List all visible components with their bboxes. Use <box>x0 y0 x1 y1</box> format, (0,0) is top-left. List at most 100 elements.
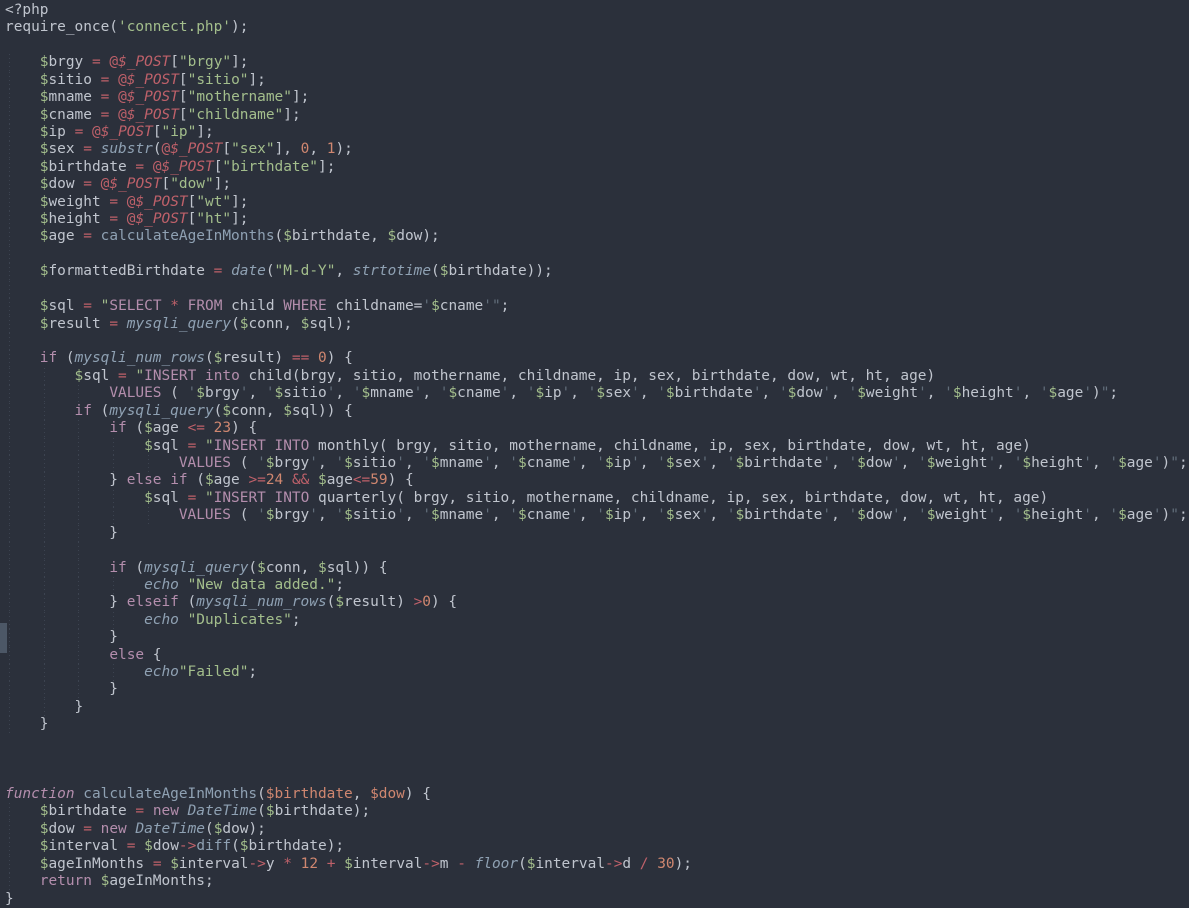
code-token: , <box>640 385 657 401</box>
code-line[interactable] <box>5 281 1189 298</box>
code-editor[interactable]: <?phprequire_once('connect.php'); $brgy … <box>0 0 1189 902</box>
code-token: ' <box>944 385 953 401</box>
code-token: ' <box>422 507 431 523</box>
code-line[interactable]: } <box>5 699 1189 716</box>
code-line[interactable]: $mname = @$_POST["mothername"]; <box>5 89 1189 106</box>
code-line[interactable]: $sex = substr(@$_POST["sex"], 0, 1); <box>5 141 1189 158</box>
code-line[interactable]: } <box>5 629 1189 646</box>
indent-guide <box>9 438 10 455</box>
code-token: $ <box>344 507 353 523</box>
code-token: age <box>1057 385 1083 401</box>
code-token: INSERT <box>214 490 266 506</box>
code-line[interactable]: require_once('connect.php'); <box>5 19 1189 36</box>
code-token: " <box>205 490 214 506</box>
code-line[interactable]: } else if ($age >=24 && $age<=59) { <box>5 472 1189 489</box>
code-line[interactable]: } <box>5 891 1189 908</box>
code-token: formattedBirthdate <box>48 263 204 279</box>
code-line[interactable]: $ip = @$_POST["ip"]; <box>5 124 1189 141</box>
indent-guide <box>9 472 10 489</box>
code-token: ; <box>1109 385 1118 401</box>
code-line[interactable] <box>5 734 1189 751</box>
code-line[interactable]: $birthdate = @$_POST["birthdate"]; <box>5 159 1189 176</box>
code-line[interactable]: $dow = @$_POST["dow"]; <box>5 176 1189 193</box>
code-token: "Failed" <box>179 664 249 680</box>
indent-guide <box>9 246 10 263</box>
code-line[interactable]: } <box>5 716 1189 733</box>
code-token: if <box>40 350 57 366</box>
code-line[interactable]: VALUES ( '$brgy', '$sitio', '$mname', '$… <box>5 455 1189 472</box>
code-token: $ <box>318 560 327 576</box>
code-token: $_POST <box>127 107 179 123</box>
indent-guide <box>9 141 10 158</box>
code-line[interactable]: echo "Duplicates"; <box>5 612 1189 629</box>
code-token: = <box>75 124 84 140</box>
code-token <box>75 821 84 837</box>
code-token: 30 <box>657 856 674 872</box>
indent-guide <box>9 176 10 193</box>
code-token: ) <box>396 594 413 610</box>
code-token <box>92 141 101 157</box>
scrollbar-thumb[interactable] <box>0 623 7 653</box>
code-token: , <box>762 385 779 401</box>
code-line[interactable]: $formattedBirthdate = date("M-d-Y", strt… <box>5 263 1189 280</box>
code-line[interactable] <box>5 751 1189 768</box>
code-token: birthdate <box>249 838 327 854</box>
code-line[interactable] <box>5 333 1189 350</box>
code-line[interactable] <box>5 542 1189 559</box>
code-token: "ip" <box>162 124 197 140</box>
code-line[interactable]: } <box>5 681 1189 698</box>
code-line[interactable]: $ageInMonths = $interval->y * 12 + $inte… <box>5 856 1189 873</box>
code-line[interactable]: VALUES ( '$brgy', '$sitio', '$mname', '$… <box>5 507 1189 524</box>
code-line[interactable]: return $ageInMonths; <box>5 873 1189 890</box>
code-line[interactable]: if (mysqli_query($conn, $sql)) { <box>5 403 1189 420</box>
code-token: { <box>144 647 161 663</box>
code-line[interactable]: $brgy = @$_POST["brgy"]; <box>5 54 1189 71</box>
code-line[interactable]: $height = @$_POST["ht"]; <box>5 211 1189 228</box>
code-token <box>5 664 144 680</box>
code-line[interactable]: $dow = new DateTime($dow); <box>5 821 1189 838</box>
code-token: age <box>327 472 353 488</box>
code-line[interactable]: VALUES ( '$brgy', '$sitio', '$mname', '$… <box>5 385 1189 402</box>
code-token: ) <box>1092 385 1101 401</box>
code-token: } <box>5 681 118 697</box>
code-token: y <box>266 856 283 872</box>
code-line[interactable]: $cname = @$_POST["childname"]; <box>5 107 1189 124</box>
code-token <box>161 472 170 488</box>
code-line[interactable]: $sql = "INSERT into child(brgy, sitio, m… <box>5 368 1189 385</box>
code-token: FROM <box>188 298 223 314</box>
code-line[interactable]: echo"Failed"; <box>5 664 1189 681</box>
code-line[interactable] <box>5 246 1189 263</box>
code-line[interactable]: else { <box>5 647 1189 664</box>
code-line[interactable]: $age = calculateAgeInMonths($birthdate, … <box>5 228 1189 245</box>
code-token: sql <box>153 438 179 454</box>
code-token: brgy <box>274 507 309 523</box>
code-line[interactable]: if ($age <= 23) { <box>5 420 1189 437</box>
code-token: age <box>1127 507 1153 523</box>
code-line[interactable]: $sql = "SELECT * FROM child WHERE childn… <box>5 298 1189 315</box>
code-token: $ <box>222 403 231 419</box>
code-line[interactable]: $sitio = @$_POST["sitio"]; <box>5 72 1189 89</box>
code-line[interactable]: $birthdate = new DateTime($birthdate); <box>5 803 1189 820</box>
code-token: ]; <box>196 124 213 140</box>
code-line[interactable]: $sql = "INSERT INTO monthly( brgy, sitio… <box>5 438 1189 455</box>
code-token <box>5 455 179 471</box>
code-token: " <box>492 298 501 314</box>
code-token: -> <box>179 838 196 854</box>
code-line[interactable]: $weight = @$_POST["wt"]; <box>5 194 1189 211</box>
code-line[interactable]: $sql = "INSERT INTO quarterly( brgy, sit… <box>5 490 1189 507</box>
code-line[interactable] <box>5 769 1189 786</box>
code-line[interactable] <box>5 37 1189 54</box>
code-line[interactable]: <?php <box>5 2 1189 19</box>
code-line[interactable]: $interval = $dow->diff($birthdate); <box>5 838 1189 855</box>
code-line[interactable]: echo "New data added."; <box>5 577 1189 594</box>
code-line[interactable]: } <box>5 525 1189 542</box>
code-line[interactable]: if (mysqli_query($conn, $sql)) { <box>5 560 1189 577</box>
code-line[interactable]: function calculateAgeInMonths($birthdate… <box>5 786 1189 803</box>
code-token: ; <box>501 298 510 314</box>
code-line[interactable]: $result = mysqli_query($conn, $sql); <box>5 316 1189 333</box>
code-line[interactable]: if (mysqli_num_rows($result) == 0) { <box>5 350 1189 367</box>
code-line[interactable]: } elseif (mysqli_num_rows($result) >0) { <box>5 594 1189 611</box>
code-token: @ <box>153 159 162 175</box>
code-token: $ <box>666 507 675 523</box>
code-token: ; <box>292 612 301 628</box>
